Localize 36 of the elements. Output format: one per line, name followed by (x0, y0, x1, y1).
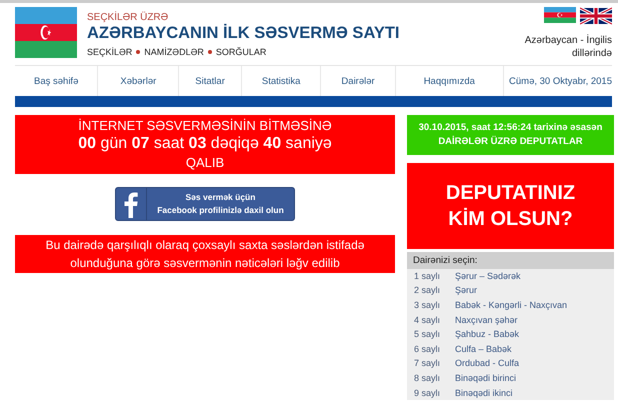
district-link[interactable]: Binəqədi ikinci (455, 388, 513, 398)
header-link[interactable]: SORĞULAR (216, 47, 266, 57)
district-number: 7 saylı (414, 358, 442, 368)
question-text: DEPUTATINIZ KİM OLSUN? (444, 180, 576, 232)
district-link[interactable]: Ordubad - Culfa (455, 358, 520, 368)
district-link[interactable]: Şərur – Sədərək (455, 270, 521, 281)
district-number: 6 saylı (414, 344, 442, 354)
district-number: 1 saylı (414, 270, 442, 281)
district-list-heading: Dairənizi seçin: (407, 252, 614, 269)
header-link[interactable]: SEÇKİLƏR (87, 47, 132, 57)
facebook-login-button[interactable]: Səs vermək üçün Facebook profilinizlə daxil olun (115, 187, 295, 221)
header-link[interactable]: NAMİZƏDLƏR (144, 47, 204, 57)
district-number: 8 saylı (414, 372, 442, 383)
countdown-footer: QALIB (15, 155, 395, 174)
bullet-icon (208, 50, 212, 54)
countdown-heading: İNTERNET SƏSVERMƏSİNİN BİTMƏSİNƏ (77, 117, 333, 133)
flag-logo-icon (15, 7, 77, 58)
notice-banner: Bu dairədə qarşılıqlı olaraq çoxsaylı saxta səslərdən istifadə olunduğuna görə səsvermənin nəticələri ləğv edilib (15, 235, 395, 273)
district-number: 2 saylı (414, 285, 442, 296)
district-link[interactable]: Culfa – Babək (455, 344, 512, 354)
district-link[interactable]: Naxçıvan şəhər (455, 314, 518, 325)
district-number: 9 saylı (414, 388, 442, 398)
bullet-icon (136, 50, 140, 54)
district-number: 5 saylı (414, 329, 442, 340)
site-kicker: SEÇKİLƏR ÜZRƏ (87, 12, 170, 23)
language-note: Azərbaycan - İngilis dillərində (524, 35, 612, 60)
district-link[interactable]: Binəqədi birinci (455, 372, 516, 383)
district-link[interactable]: Babək - Kəngərli - Naxçıvan (455, 300, 568, 310)
district-link[interactable]: Şahbuz - Babək (455, 329, 520, 340)
current-date: Cümə, 30 Oktyabr, 2015 (509, 76, 612, 86)
countdown-timer: 00 gün 07 saat 03 dəqiqə 40 saniyə (77, 135, 333, 153)
district-number: 4 saylı (414, 314, 442, 325)
language-flag-icon[interactable] (580, 7, 612, 25)
district-link[interactable]: Şərur (455, 285, 478, 296)
district-number: 3 saylı (414, 300, 442, 310)
site-title: AZƏRBAYCANIN İLK SƏSVERMƏ SAYTI (87, 24, 400, 43)
